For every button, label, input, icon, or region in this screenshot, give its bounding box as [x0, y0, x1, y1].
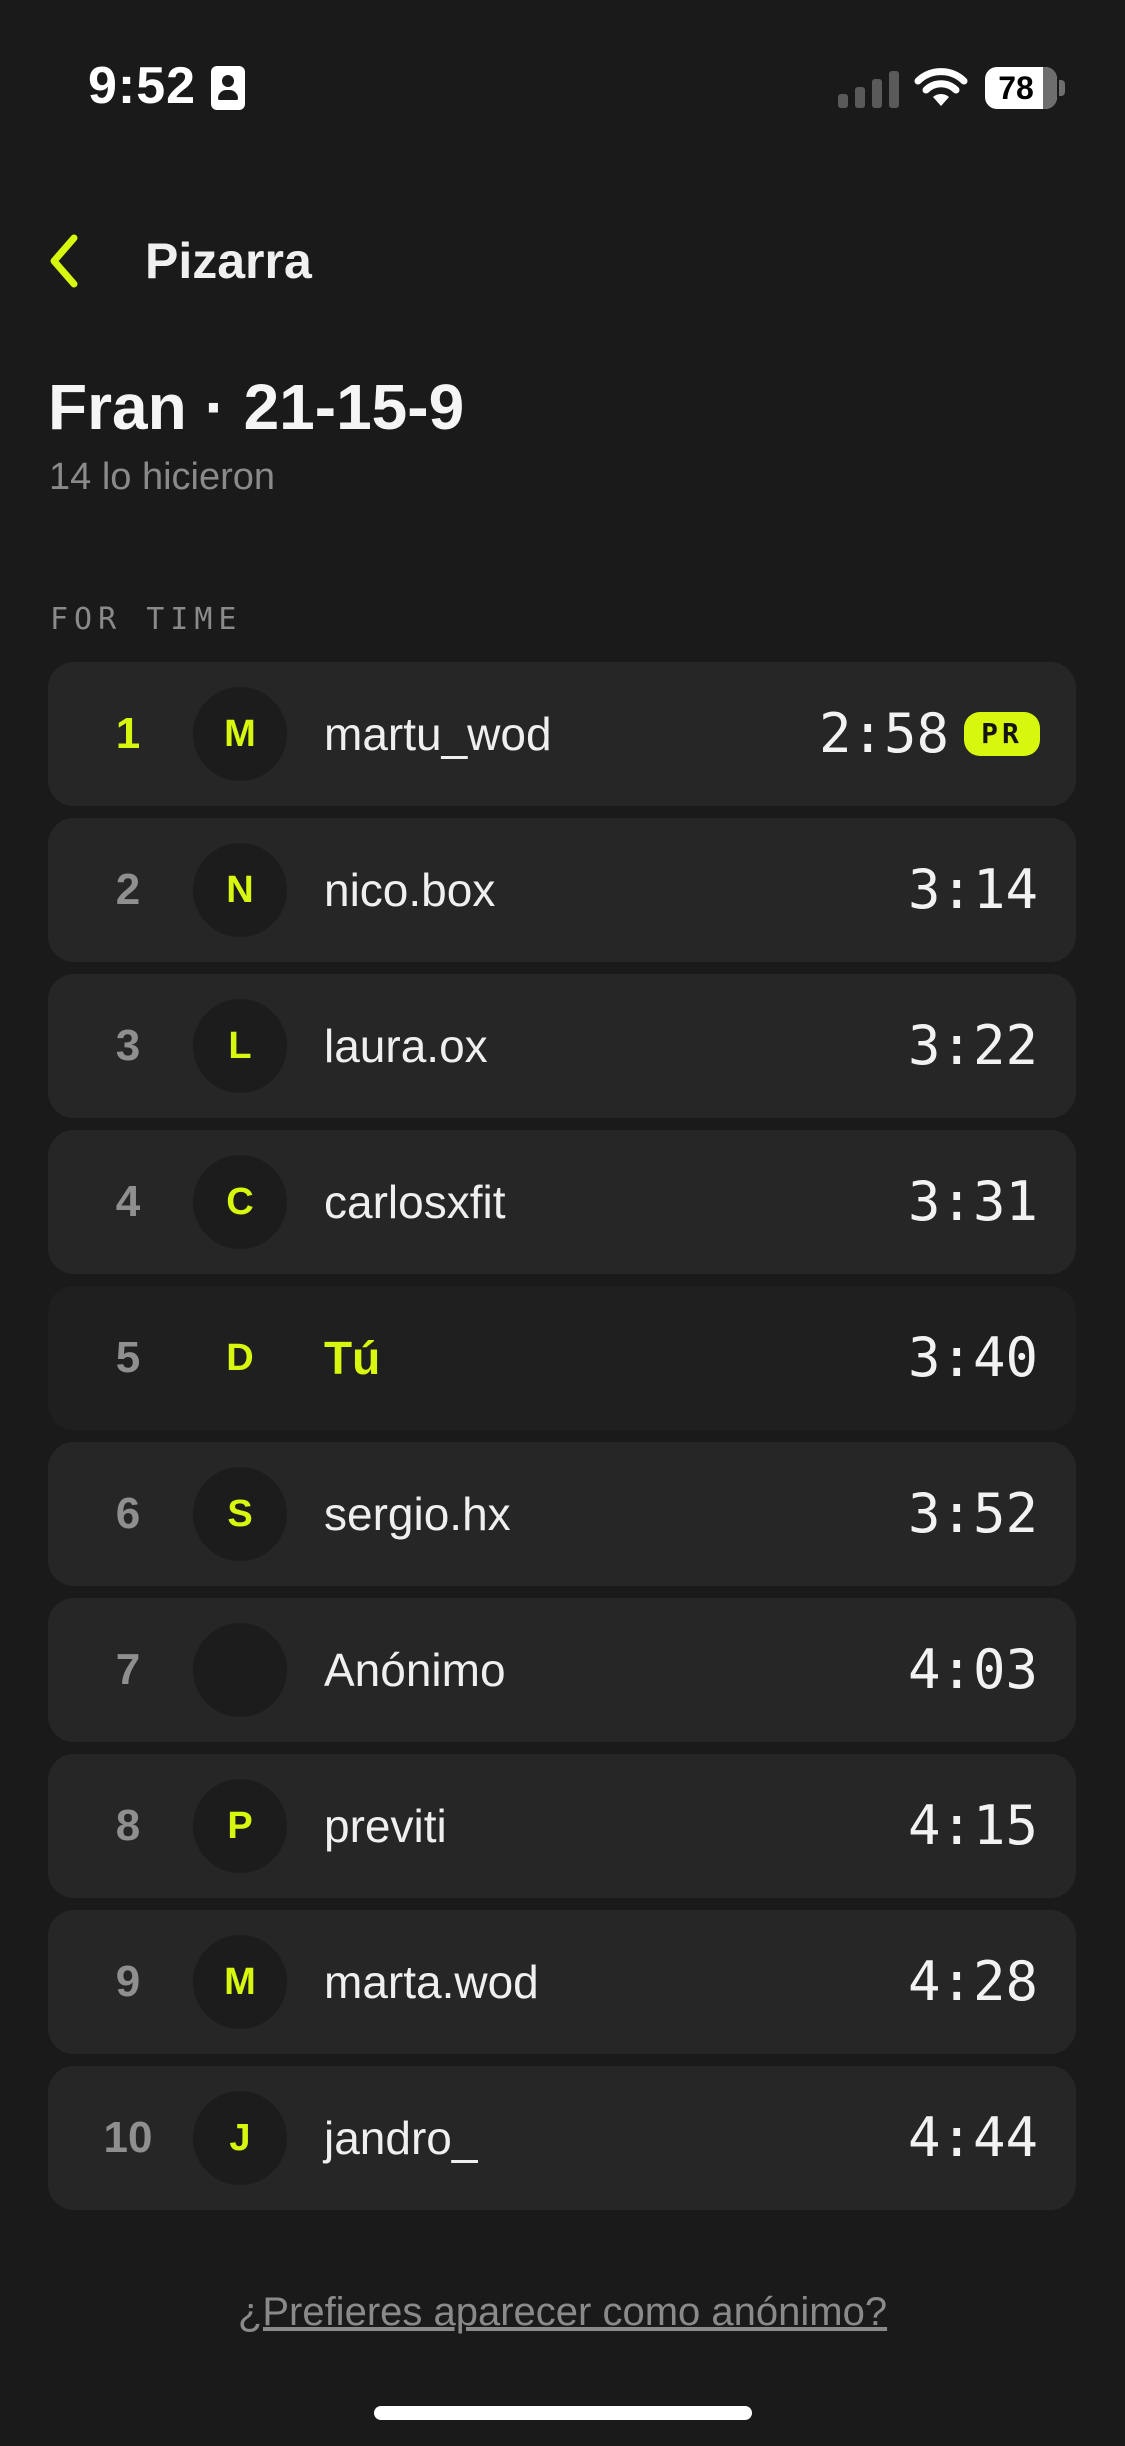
result-time: 4:28 — [907, 1950, 1038, 2013]
anonymous-toggle-link[interactable]: ¿Prefieres aparecer como anónimo? — [0, 2290, 1125, 2335]
avatar: J — [193, 2091, 287, 2185]
chevron-left-icon — [50, 234, 78, 288]
leaderboard-row-current-user[interactable]: 5 D Tú 3:40 — [48, 1286, 1076, 1430]
avatar: L — [193, 999, 287, 1093]
leaderboard-row[interactable]: 4 C carlosxfit 3:31 — [48, 1130, 1076, 1274]
avatar: M — [193, 1935, 287, 2029]
result-time: 3:52 — [907, 1482, 1038, 1545]
battery-level: 78 — [998, 70, 1034, 106]
battery-nub — [1059, 80, 1065, 96]
leaderboard-row[interactable]: 3 L laura.ox 3:22 — [48, 974, 1076, 1118]
username: Anónimo — [324, 1644, 506, 1696]
result-time: 3:40 — [907, 1326, 1038, 1389]
avatar: N — [193, 843, 287, 937]
username: martu_wod — [324, 708, 552, 760]
rank: 10 — [103, 2113, 153, 2162]
result-time: 4:03 — [907, 1638, 1038, 1701]
workout-title: Fran · 21-15-9 — [48, 371, 465, 443]
rank: 5 — [115, 1333, 141, 1382]
leaderboard-row[interactable]: 7 Anónimo 4:03 — [48, 1598, 1076, 1742]
rank: 6 — [115, 1489, 141, 1538]
status-bar: 9:52 78 — [0, 0, 1125, 140]
status-time: 9:52 — [88, 57, 197, 115]
participants-count: 14 lo hicieron — [49, 456, 276, 498]
avatar: S — [193, 1467, 287, 1561]
back-button[interactable] — [44, 226, 104, 296]
rank: 4 — [115, 1177, 141, 1226]
rank: 9 — [115, 1957, 141, 2006]
result-time: 3:22 — [907, 1014, 1038, 1077]
result-time: 3:31 — [907, 1170, 1038, 1233]
rank: 3 — [115, 1021, 141, 1070]
cellular-signal-icon — [838, 71, 899, 108]
result-time: 4:15 — [907, 1794, 1038, 1857]
leaderboard-row[interactable]: 2 N nico.box 3:14 — [48, 818, 1076, 962]
avatar: P — [193, 1779, 287, 1873]
leaderboard-row[interactable]: 10 J jandro_ 4:44 — [48, 2066, 1076, 2210]
id-card-icon — [211, 66, 245, 110]
avatar: M — [193, 687, 287, 781]
wifi-icon — [914, 68, 968, 106]
rank: 8 — [115, 1801, 141, 1850]
username: sergio.hx — [324, 1488, 511, 1540]
username: jandro_ — [324, 2112, 478, 2164]
section-label: FOR TIME — [50, 602, 243, 637]
leaderboard-row[interactable]: 6 S sergio.hx 3:52 — [48, 1442, 1076, 1586]
leaderboard-row[interactable]: 8 P previti 4:15 — [48, 1754, 1076, 1898]
battery-icon: 78 — [985, 67, 1057, 109]
avatar: C — [193, 1155, 287, 1249]
username: marta.wod — [324, 1956, 539, 2008]
avatar — [193, 1623, 287, 1717]
home-indicator[interactable] — [374, 2406, 752, 2420]
username: carlosxfit — [324, 1176, 506, 1228]
rank: 1 — [115, 709, 141, 758]
leaderboard-row[interactable]: 1 M martu_wod 2:58 PR — [48, 662, 1076, 806]
username: Tú — [324, 1332, 381, 1384]
leaderboard: 1 M martu_wod 2:58 PR 2 N nico.box 3:14 … — [48, 662, 1076, 2222]
username: nico.box — [324, 864, 496, 916]
result-time: 4:44 — [907, 2106, 1038, 2169]
username: laura.ox — [324, 1020, 488, 1072]
nav-title: Pizarra — [145, 233, 312, 289]
pr-badge: PR — [964, 712, 1040, 756]
rank: 7 — [115, 1645, 141, 1694]
rank: 2 — [115, 865, 141, 914]
result-time: 2:58 — [818, 702, 949, 765]
leaderboard-row[interactable]: 9 M marta.wod 4:28 — [48, 1910, 1076, 2054]
username: previti — [324, 1800, 447, 1852]
avatar: D — [226, 1337, 254, 1379]
result-time: 3:14 — [907, 858, 1038, 921]
